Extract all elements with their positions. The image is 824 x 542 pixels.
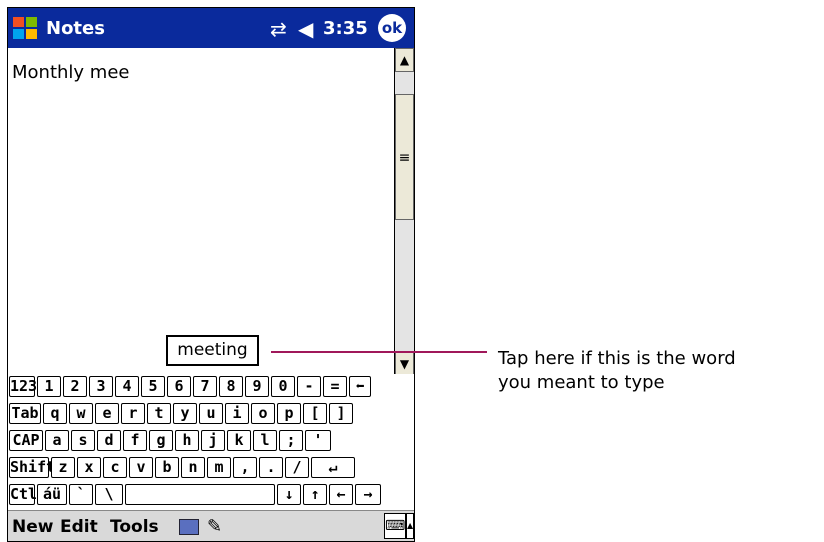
callout-line-1: Tap here if this is the word — [498, 348, 736, 369]
key[interactable]: ← — [329, 484, 353, 505]
key[interactable]: c — [103, 457, 127, 478]
key[interactable]: 123 — [9, 376, 37, 397]
key[interactable]: k — [227, 430, 251, 451]
keyboard-icon[interactable]: ⌨ — [384, 513, 406, 539]
keyboard-row: Shift z x c v b n m,. / ↵ — [8, 457, 414, 479]
key[interactable]: 8 — [219, 376, 243, 397]
keyboard-row: 123 1 2 3 4 5 6 7 8 9 0- = ⬅ — [8, 376, 414, 398]
key[interactable]: m — [207, 457, 231, 478]
key[interactable]: - — [297, 376, 321, 397]
key[interactable]: p — [277, 403, 301, 424]
soft-keyboard: 123 1 2 3 4 5 6 7 8 9 0- = ⬅ Tab q w e r t y u i o p[] CAP a s d f g h… — [8, 374, 414, 510]
key[interactable]: CAP — [9, 430, 43, 451]
key[interactable]: 9 — [245, 376, 269, 397]
key[interactable]: d — [97, 430, 121, 451]
device-screen: Notes ⇄ ◀ 3:35 ok Monthly mee ▲ ≡ ▼ meet… — [7, 7, 415, 542]
key[interactable]: ; — [279, 430, 303, 451]
key[interactable]: t — [147, 403, 171, 424]
key[interactable]: Ctl — [9, 484, 37, 505]
key-space[interactable] — [125, 484, 275, 505]
key[interactable]: ↑ — [303, 484, 327, 505]
keyboard-row: Ctl áü ` \ ↓ ↑ ← → — [8, 484, 414, 506]
key[interactable]: . — [259, 457, 283, 478]
key[interactable]: s — [71, 430, 95, 451]
key[interactable]: w — [69, 403, 93, 424]
key[interactable]: Shift — [9, 457, 55, 478]
note-text: Monthly mee — [12, 62, 130, 83]
note-area[interactable]: Monthly mee — [8, 48, 394, 376]
scroll-thumb[interactable]: ≡ — [395, 94, 414, 220]
recording-icon[interactable] — [179, 519, 199, 535]
key[interactable]: y — [173, 403, 197, 424]
key[interactable]: n — [181, 457, 205, 478]
key[interactable]: ↵ — [311, 457, 355, 478]
key[interactable]: x — [77, 457, 101, 478]
callout-line-2: you meant to type — [498, 372, 665, 393]
keyboard-row: Tab q w e r t y u i o p[] — [8, 403, 414, 425]
word-suggestion[interactable]: meeting — [166, 335, 259, 366]
scroll-up-button[interactable]: ▲ — [395, 48, 414, 72]
key[interactable]: Tab — [9, 403, 41, 424]
key[interactable]: g — [149, 430, 173, 451]
title-bar: Notes ⇄ ◀ 3:35 ok — [8, 8, 414, 48]
key[interactable]: ] — [329, 403, 353, 424]
windows-start-icon[interactable] — [12, 15, 38, 41]
key[interactable]: i — [225, 403, 249, 424]
key[interactable]: b — [155, 457, 179, 478]
key[interactable]: \ — [95, 484, 123, 505]
key[interactable]: ↓ — [277, 484, 301, 505]
key[interactable]: a — [45, 430, 69, 451]
key[interactable]: 0 — [271, 376, 295, 397]
key[interactable]: 3 — [89, 376, 113, 397]
clock[interactable]: 3:35 — [323, 18, 368, 39]
key[interactable]: ' — [305, 430, 331, 451]
key[interactable]: v — [129, 457, 153, 478]
key[interactable]: o — [251, 403, 275, 424]
menu-bar: New Edit Tools ✎ ⌨ ▲ — [8, 510, 414, 541]
menu-new[interactable]: New — [12, 517, 53, 537]
key[interactable]: [ — [303, 403, 327, 424]
key[interactable]: 5 — [141, 376, 165, 397]
key[interactable]: q — [43, 403, 67, 424]
app-title: Notes — [46, 18, 105, 39]
keyboard-row: CAP a s d f g h j k l; ' — [8, 430, 414, 452]
ok-button[interactable]: ok — [378, 14, 406, 42]
key[interactable]: áü — [37, 484, 67, 505]
key[interactable]: → — [355, 484, 381, 505]
callout-line — [271, 351, 487, 353]
key[interactable]: u — [199, 403, 223, 424]
key[interactable]: 4 — [115, 376, 139, 397]
key[interactable]: e — [95, 403, 119, 424]
volume-icon[interactable]: ◀ — [298, 17, 313, 41]
menu-tools[interactable]: Tools — [110, 517, 159, 537]
vertical-scrollbar[interactable]: ▲ ≡ ▼ — [394, 48, 414, 376]
input-selector-arrow-icon[interactable]: ▲ — [406, 513, 414, 539]
connectivity-icon[interactable]: ⇄ — [270, 17, 287, 41]
key[interactable]: 2 — [63, 376, 87, 397]
key[interactable]: 7 — [193, 376, 217, 397]
key[interactable]: z — [51, 457, 75, 478]
key[interactable]: / — [285, 457, 309, 478]
key[interactable]: ` — [69, 484, 93, 505]
key[interactable]: j — [201, 430, 225, 451]
key[interactable]: f — [123, 430, 147, 451]
scroll-down-button[interactable]: ▼ — [395, 352, 414, 376]
pen-icon[interactable]: ✎ — [207, 516, 222, 537]
key[interactable]: h — [175, 430, 199, 451]
callout-text: Tap here if this is the word you meant t… — [498, 347, 736, 395]
key[interactable]: 1 — [37, 376, 61, 397]
key[interactable]: , — [233, 457, 257, 478]
menu-edit[interactable]: Edit — [60, 517, 98, 537]
key[interactable]: 6 — [167, 376, 191, 397]
key[interactable]: l — [253, 430, 277, 451]
key[interactable]: r — [121, 403, 145, 424]
key[interactable]: ⬅ — [349, 376, 371, 397]
key[interactable]: = — [323, 376, 347, 397]
